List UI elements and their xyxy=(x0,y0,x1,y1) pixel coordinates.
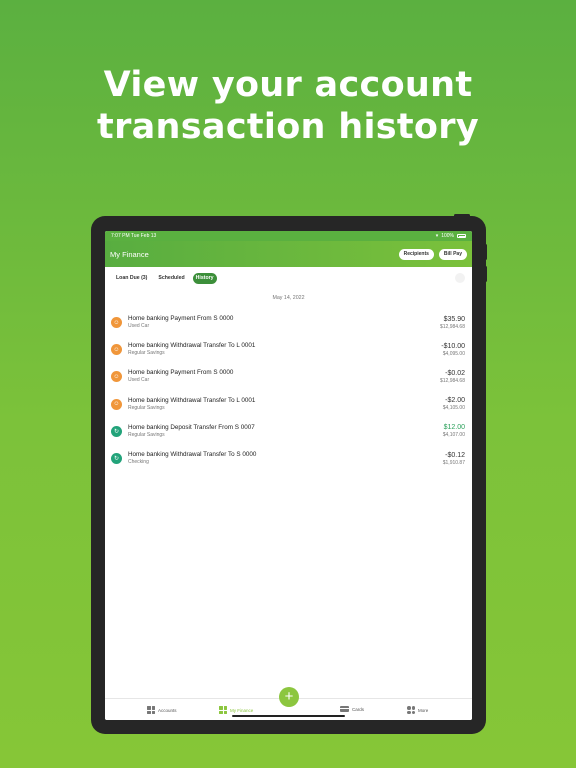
transaction-title: Home banking Payment From S 0000 xyxy=(128,315,234,323)
tabs-row: Loan Due (3) Scheduled History xyxy=(105,267,472,289)
transaction-title: Home banking Withdrawal Transfer To L 00… xyxy=(128,396,256,404)
transaction-row[interactable]: ☺ Home banking Withdrawal Transfer To L 0… xyxy=(105,391,472,418)
top-button xyxy=(454,214,470,217)
transaction-amount: $12.00 xyxy=(443,424,465,432)
transaction-row[interactable]: ☺ Home banking Payment From S 0000 Used Ca… xyxy=(105,363,472,390)
card-icon xyxy=(340,706,349,712)
app-header: My Finance Recipients Bill Pay xyxy=(105,241,472,267)
person-icon: ☺ xyxy=(111,344,122,356)
transaction-account: Regular Savings xyxy=(128,350,165,357)
volume-up-button xyxy=(484,244,487,260)
home-indicator xyxy=(232,715,345,717)
wifi-icon: ▾ xyxy=(435,233,439,239)
person-icon: ☺ xyxy=(111,371,122,383)
nav-cards[interactable]: Cards xyxy=(340,706,364,712)
bottom-nav: Accounts My Finance + Cards More xyxy=(105,687,472,720)
transaction-amount: $35.90 xyxy=(443,315,465,323)
transaction-balance: $4,107.00 xyxy=(442,432,465,439)
transaction-account: Checking xyxy=(128,459,149,466)
promo-line-2: transaction history xyxy=(97,107,479,147)
transaction-row[interactable]: ↻ Home banking Withdrawal Transfer To S 0… xyxy=(105,445,472,472)
tab-history[interactable]: History xyxy=(192,272,217,284)
transaction-balance: $12,984.68 xyxy=(439,377,465,384)
transaction-title: Home banking Withdrawal Transfer To L 00… xyxy=(128,342,256,350)
volume-down-button xyxy=(484,266,487,282)
person-icon: ☺ xyxy=(111,317,122,329)
transaction-account: Used Car xyxy=(128,377,150,384)
transaction-balance: $1,910.87 xyxy=(442,459,465,466)
transaction-account: Regular Savings xyxy=(128,404,165,411)
more-icon xyxy=(407,706,415,714)
app-screen: 7:07 PM Tue Feb 13 ▾ 100% My Finance Rec… xyxy=(105,231,472,720)
nav-accounts-label: Accounts xyxy=(158,707,177,713)
tab-loan-due[interactable]: Loan Due (3) xyxy=(113,273,150,284)
add-button[interactable]: + xyxy=(279,687,299,707)
transaction-title: Home banking Payment From S 0000 xyxy=(128,369,234,377)
transaction-row[interactable]: ↻ Home banking Deposit Transfer From S 00… xyxy=(105,418,472,445)
battery-icon xyxy=(457,234,466,238)
accounts-icon xyxy=(147,706,155,714)
transaction-title: Home banking Deposit Transfer From S 000… xyxy=(128,423,255,431)
transaction-amount: -$10.00 xyxy=(441,342,465,350)
status-bar: 7:07 PM Tue Feb 13 ▾ 100% xyxy=(105,231,472,241)
promo-headline: View your account transaction history xyxy=(0,64,576,148)
transaction-amount: -$2.00 xyxy=(445,397,465,405)
recipients-button[interactable]: Recipients xyxy=(398,248,434,260)
date-group-header: May 14, 2022 xyxy=(272,295,305,301)
status-time: 7:07 PM Tue Feb 13 xyxy=(111,233,157,239)
promo-line-1: View your account xyxy=(103,65,473,105)
person-icon: ☺ xyxy=(111,398,122,410)
transaction-balance: $12,984.68 xyxy=(439,323,465,330)
transaction-amount: -$0.12 xyxy=(445,451,465,459)
transaction-amount: -$0.02 xyxy=(445,369,465,377)
transaction-balance: $4,095.00 xyxy=(442,350,465,357)
transfer-icon: ↻ xyxy=(111,453,122,465)
transaction-account: Used Car xyxy=(128,323,150,330)
transaction-balance: $4,105.00 xyxy=(442,405,465,412)
nav-my-finance[interactable]: My Finance xyxy=(219,706,253,714)
bill-pay-button[interactable]: Bill Pay xyxy=(438,248,467,260)
transfer-icon: ↻ xyxy=(111,425,122,437)
transaction-title: Home banking Withdrawal Transfer To S 00… xyxy=(128,451,257,459)
nav-accounts[interactable]: Accounts xyxy=(147,706,177,714)
battery-percent: 100% xyxy=(441,233,454,239)
filter-icon[interactable] xyxy=(455,273,465,283)
tab-scheduled[interactable]: Scheduled xyxy=(155,273,187,284)
transaction-row[interactable]: ☺ Home banking Payment From S 0000 Used Ca… xyxy=(105,309,472,336)
nav-my-finance-label: My Finance xyxy=(230,707,254,713)
nav-more[interactable]: More xyxy=(407,706,428,714)
finance-icon xyxy=(219,706,227,714)
nav-cards-label: Cards xyxy=(352,706,365,712)
nav-more-label: More xyxy=(418,707,429,713)
page-title: My Finance xyxy=(110,249,149,259)
transaction-list: ☺ Home banking Payment From S 0000 Used Ca… xyxy=(105,309,472,472)
tablet-frame: 7:07 PM Tue Feb 13 ▾ 100% My Finance Rec… xyxy=(91,214,487,734)
transaction-account: Regular Savings xyxy=(128,431,165,438)
transaction-row[interactable]: ☺ Home banking Withdrawal Transfer To L 0… xyxy=(105,336,472,363)
